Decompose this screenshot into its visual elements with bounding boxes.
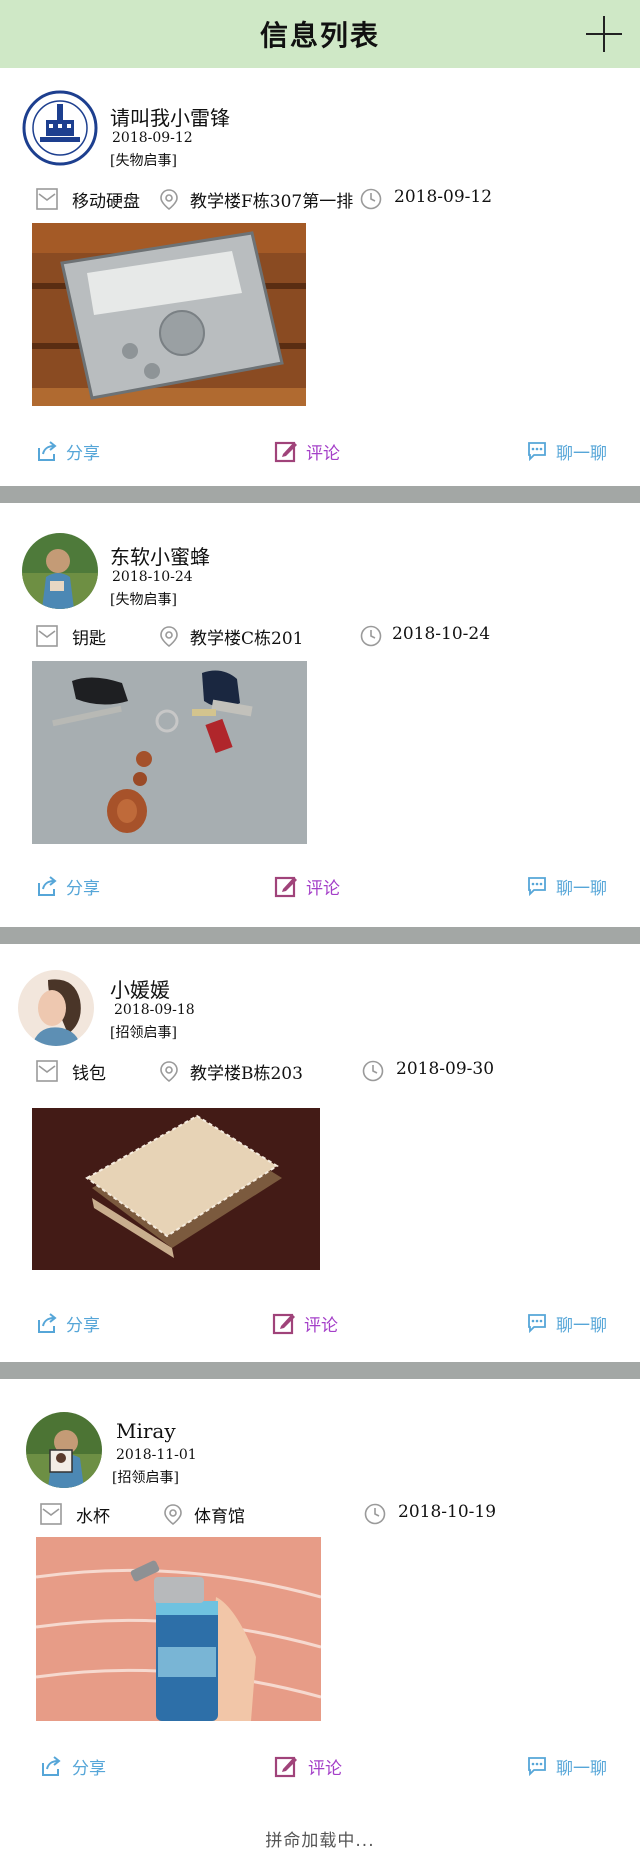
item-name: 移动硬盘	[72, 192, 140, 212]
chat-button[interactable]: 聊一聊	[526, 1753, 607, 1779]
event-date: 2018-10-24	[392, 624, 491, 644]
comment-label: 评论	[306, 878, 340, 899]
info-row: 水杯 体育馆 2018-10-19	[40, 1499, 640, 1529]
clock-icon	[364, 1503, 386, 1525]
item-icon	[36, 1060, 58, 1082]
avatar[interactable]	[18, 970, 94, 1046]
item-icon	[40, 1503, 62, 1525]
share-button[interactable]: 分享	[36, 438, 100, 464]
clock-icon	[360, 625, 382, 647]
keys-photo[interactable]	[32, 661, 307, 844]
post-card[interactable]: 请叫我小雷锋 2018-09-12 [失物启事] 移动硬盘 教学楼F栋307第一…	[0, 68, 640, 486]
chat-button[interactable]: 聊一聊	[526, 1310, 607, 1336]
comment-button[interactable]: 评论	[274, 1753, 342, 1779]
share-button[interactable]: 分享	[36, 873, 100, 899]
item-icon	[36, 625, 58, 647]
username[interactable]: 请叫我小雷锋	[110, 102, 230, 131]
event-date: 2018-09-30	[396, 1059, 495, 1079]
add-post-button[interactable]	[586, 16, 622, 52]
event-date: 2018-09-12	[394, 187, 493, 207]
avatar[interactable]	[26, 1412, 102, 1488]
item-icon	[36, 188, 58, 210]
item-name: 钱包	[72, 1064, 106, 1084]
chat-bubble-icon	[528, 877, 546, 897]
post-date: 2018-09-12	[112, 130, 193, 146]
share-icon	[38, 1313, 57, 1333]
location-icon	[160, 189, 178, 210]
chat-bubble-icon	[528, 442, 546, 462]
chat-bubble-icon	[528, 1757, 546, 1777]
share-label: 分享	[66, 443, 100, 464]
loading-indicator: 拼命加载中...	[265, 1831, 375, 1851]
edit-icon	[274, 1756, 297, 1778]
location-icon	[164, 1504, 182, 1525]
post-card[interactable]: Miray 2018-11-01 [招领启事] 水杯 体育馆 2018-10-1…	[0, 1379, 640, 1809]
water-bottle-photo[interactable]	[36, 1537, 321, 1721]
share-button[interactable]: 分享	[36, 1310, 100, 1336]
location-icon	[160, 1061, 178, 1082]
location-icon	[160, 626, 178, 647]
app-header: 信息列表	[0, 0, 640, 68]
chat-bubble-icon	[528, 1314, 546, 1334]
post-date: 2018-10-24	[112, 569, 193, 585]
wallet-photo[interactable]	[32, 1108, 320, 1270]
comment-label: 评论	[308, 1758, 342, 1779]
comment-label: 评论	[304, 1315, 338, 1336]
post-type: [招领启事]	[112, 1470, 179, 1486]
chat-label: 聊一聊	[556, 878, 607, 899]
card-divider	[0, 1362, 640, 1379]
location-text: 体育馆	[194, 1507, 245, 1527]
share-button[interactable]: 分享	[40, 1753, 106, 1779]
comment-button[interactable]: 评论	[272, 1310, 338, 1336]
avatar[interactable]	[22, 533, 98, 609]
clock-icon	[360, 188, 382, 210]
username[interactable]: 小媛媛	[110, 974, 170, 1003]
info-row: 钱包 教学楼B栋203 2018-09-30	[36, 1056, 640, 1086]
edit-icon	[272, 1313, 295, 1335]
hard-drive-photo[interactable]	[32, 223, 306, 406]
chat-label: 聊一聊	[556, 1315, 607, 1336]
edit-icon	[274, 876, 297, 898]
share-label: 分享	[66, 878, 100, 899]
username[interactable]: Miray	[116, 1419, 176, 1443]
post-card[interactable]: 东软小蜜蜂 2018-10-24 [失物启事] 钥匙 教学楼C栋201 2018…	[0, 503, 640, 927]
info-row: 移动硬盘 教学楼F栋307第一排 2018-09-12	[36, 184, 640, 214]
chat-label: 聊一聊	[556, 443, 607, 464]
post-type: [失物启事]	[110, 592, 177, 608]
share-icon	[42, 1756, 61, 1776]
comment-label: 评论	[306, 443, 340, 464]
username[interactable]: 东软小蜜蜂	[110, 541, 210, 570]
item-name: 钥匙	[72, 629, 106, 649]
share-label: 分享	[66, 1315, 100, 1336]
share-icon	[38, 441, 57, 461]
event-date: 2018-10-19	[398, 1502, 497, 1522]
edit-icon	[274, 441, 297, 463]
card-divider	[0, 927, 640, 944]
chat-label: 聊一聊	[556, 1758, 607, 1779]
info-row: 钥匙 教学楼C栋201 2018-10-24	[36, 621, 640, 651]
location-text: 教学楼B栋203	[190, 1064, 303, 1084]
post-type: [失物启事]	[110, 153, 177, 169]
clock-icon	[362, 1060, 384, 1082]
post-card[interactable]: 小媛媛 2018-09-18 [招领启事] 钱包 教学楼B栋203 2018-0…	[0, 944, 640, 1362]
location-text: 教学楼C栋201	[190, 629, 304, 649]
card-divider	[0, 486, 640, 503]
chat-button[interactable]: 聊一聊	[526, 873, 607, 899]
comment-button[interactable]: 评论	[274, 873, 340, 899]
share-icon	[38, 876, 57, 896]
post-type: [招领启事]	[110, 1025, 177, 1041]
post-date: 2018-11-01	[116, 1447, 197, 1463]
chat-button[interactable]: 聊一聊	[526, 438, 607, 464]
location-text: 教学楼F栋307第一排	[190, 192, 354, 212]
item-name: 水杯	[76, 1507, 110, 1527]
page-title: 信息列表	[259, 19, 380, 52]
avatar[interactable]	[22, 90, 98, 166]
comment-button[interactable]: 评论	[274, 438, 340, 464]
post-date: 2018-09-18	[114, 1002, 195, 1018]
share-label: 分享	[72, 1758, 106, 1779]
